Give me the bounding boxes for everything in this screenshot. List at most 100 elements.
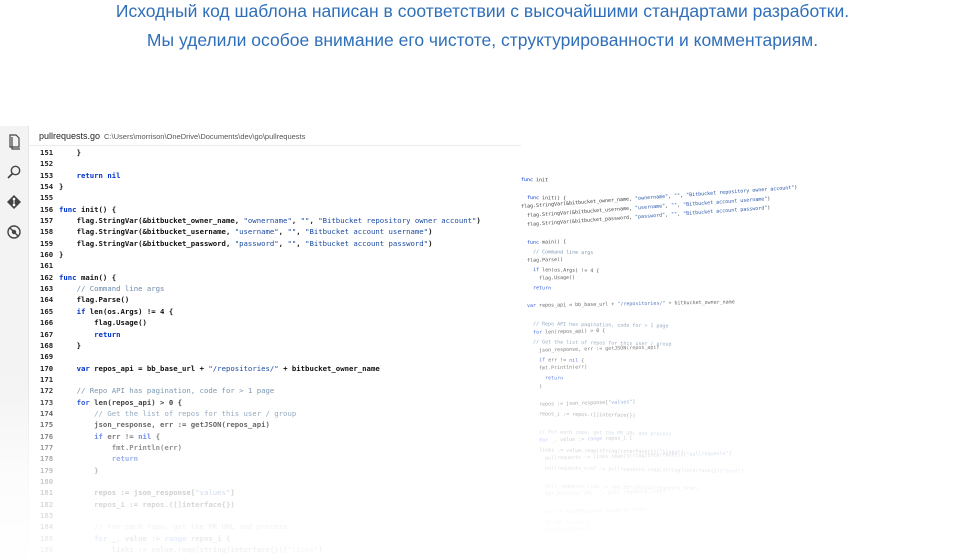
line-text: repos_i := repos.([]interface{}): [59, 499, 235, 509]
hero-line-1: Исходный код шаблона написан в соответст…: [115, 1, 850, 21]
git-branch-icon[interactable]: [6, 194, 22, 210]
line-text: if err != nil {: [94, 431, 161, 441]
minimap-line: flag.Usage(): [526, 274, 576, 282]
minimap-line: for len(repos_api) > 0 {: [532, 327, 606, 336]
activity-bar: [0, 126, 29, 560]
code-line[interactable]: 165 if len(os.Args) != 4 {: [29, 306, 521, 317]
line-number: 183: [40, 511, 54, 520]
line-number: 155: [40, 193, 54, 203]
minimap-line: err := listPRs(pull_requests_link): [526, 506, 648, 516]
code-line[interactable]: 160}: [29, 249, 521, 260]
code-line[interactable]: 175 json_response, err := getJSON(repos_…: [29, 419, 521, 430]
code-line[interactable]: 173 for len(repos_api) > 0 {: [29, 397, 521, 408]
line-text: func init() {: [59, 204, 117, 214]
code-line[interactable]: 151 }: [29, 147, 521, 158]
minimap-line: return: [545, 375, 564, 382]
minimap-line: return: [532, 285, 552, 292]
code-line[interactable]: 181 repos := json_response["values"]: [29, 487, 521, 498]
line-text: // Get the list of repos for this user /…: [94, 408, 297, 418]
code-line[interactable]: 174 // Get the list of repos for this us…: [29, 408, 521, 419]
code-line[interactable]: 152: [29, 158, 521, 169]
code-line[interactable]: 154}: [29, 181, 521, 192]
code-line[interactable]: 183: [29, 510, 521, 521]
files-icon[interactable]: [6, 134, 22, 150]
code-line[interactable]: 158 flag.StringVar(&bitbucket_username, …: [29, 226, 521, 237]
code-line[interactable]: 167 return: [29, 329, 521, 340]
line-text: }: [59, 465, 99, 475]
code-line[interactable]: 180: [29, 476, 521, 487]
line-number: 161: [40, 261, 54, 271]
code-line[interactable]: 163 // Command line args: [29, 283, 521, 294]
line-text: flag.Usage(): [59, 318, 147, 328]
minimap-line: var repos_api = bb_base_url + "/reposito…: [526, 299, 735, 309]
line-text: return: [111, 454, 139, 464]
line-text: for _, value := range repos_i {: [94, 533, 231, 543]
line-text: }: [59, 148, 81, 157]
line-text: fmt.Println(err): [59, 442, 183, 452]
line-text: func main() {: [59, 272, 117, 282]
code-line[interactable]: 172 // Repo API has pagination, code for…: [29, 385, 521, 396]
line-text: // For each repo, get the PR URL and pro…: [94, 522, 288, 532]
line-text: flag.StringVar(&bitbucket_owner_name, "o…: [59, 216, 481, 226]
code-line[interactable]: 179 }: [29, 465, 521, 476]
line-text: repos := json_response["values"]: [59, 488, 235, 498]
line-text: flag.StringVar(&bitbucket_password, "pas…: [59, 238, 433, 248]
code-line[interactable]: 182 repos_i := repos.([]interface{}): [29, 499, 521, 510]
line-number: 169: [40, 352, 54, 362]
file-path: C:\Users\morrison\OneDrive\Documents\dev…: [104, 132, 306, 141]
code-line[interactable]: 166 flag.Usage(): [29, 317, 521, 328]
line-text: flag.StringVar(&bitbucket_username, "use…: [59, 227, 433, 237]
line-number: 180: [40, 476, 54, 486]
code-line[interactable]: 186 links := value.(map[string]interface…: [29, 544, 521, 555]
code-line[interactable]: 168 }: [29, 340, 521, 351]
line-text: }: [59, 182, 64, 192]
code-line[interactable]: 177 fmt.Println(err): [29, 442, 521, 453]
code-line[interactable]: 153 return nil: [29, 170, 521, 181]
minimap-line: fmt.Println(err): [521, 526, 594, 534]
code-line[interactable]: 162 func main() {: [29, 272, 521, 283]
line-text: // Command line args: [76, 284, 165, 294]
code-editor: pullrequests.go C:\Users\morrison\OneDriv…: [29, 126, 521, 560]
code-line[interactable]: 184 // For each repo, get the PR URL and…: [29, 521, 521, 532]
code-line[interactable]: 161: [29, 260, 521, 271]
line-text: flag.Parse(): [59, 295, 130, 305]
minimap-line: for _, value := range repos_i {: [538, 435, 633, 444]
code-line[interactable]: 155: [29, 192, 521, 203]
code-line[interactable]: 169: [29, 351, 521, 362]
minimap-line: flag.Parse(): [521, 256, 564, 264]
line-text: json_response, err := getJSON(repos_api): [59, 420, 270, 430]
minimap-line: func main() {: [526, 238, 567, 246]
code-line[interactable]: 171: [29, 374, 521, 385]
minimap-line: }: [526, 383, 543, 390]
line-text: }: [59, 250, 64, 260]
search-icon[interactable]: [6, 164, 22, 180]
line-number: 171: [40, 374, 54, 384]
minimap-line: repos_i := repos.([]interface{}): [526, 411, 636, 419]
line-text: var repos_api = bb_base_url + "/reposito…: [76, 363, 380, 373]
code-line[interactable]: 178 return: [29, 453, 521, 464]
code-line[interactable]: 176 if err != nil {: [29, 431, 521, 442]
code-line[interactable]: 170 var repos_api = bb_base_url + "/repo…: [29, 363, 521, 374]
minimap-line: func init: [521, 177, 549, 184]
editor-screenshot: pullrequests.go C:\Users\morrison\OneDriv…: [0, 126, 965, 560]
code-area[interactable]: 151 } 152 153 return nil 154} 155 156 func ini…: [29, 147, 521, 560]
hero-text: Исходный код шаблона написан в соответст…: [0, 0, 965, 55]
hero-line-2: Мы уделили особое внимание его чистоте, …: [146, 30, 819, 50]
line-text: // Repo API has pagination, code for > 1…: [76, 386, 275, 396]
code-line[interactable]: 157 flag.StringVar(&bitbucket_owner_name…: [29, 215, 521, 226]
code-line[interactable]: 159 flag.StringVar(&bitbucket_password, …: [29, 238, 521, 249]
editor-tab[interactable]: pullrequests.go C:\Users\morrison\OneDriv…: [29, 126, 521, 146]
line-text: links := value.(map[string]interface{})[…: [59, 545, 323, 555]
minimap-line: fmt.Println(err): [521, 364, 588, 372]
debug-icon[interactable]: [6, 224, 22, 240]
minimap-line: repos := json_response["values"]: [526, 399, 636, 408]
code-minimap: func init func init() {flag.StringVar(&bi…: [521, 176, 821, 560]
line-text: for len(repos_api) > 0 {: [76, 397, 183, 407]
minimap-line: pullrequests_href := pullrequests.(map[s…: [526, 465, 744, 475]
line-text: if len(os.Args) != 4 {: [76, 306, 174, 316]
line-text: return nil: [76, 170, 121, 180]
line-number: 152: [40, 159, 54, 169]
code-line[interactable]: 185 for _, value := range repos_i {: [29, 533, 521, 544]
code-line[interactable]: 156 func init() {: [29, 204, 521, 215]
code-line[interactable]: 164 flag.Parse(): [29, 294, 521, 305]
